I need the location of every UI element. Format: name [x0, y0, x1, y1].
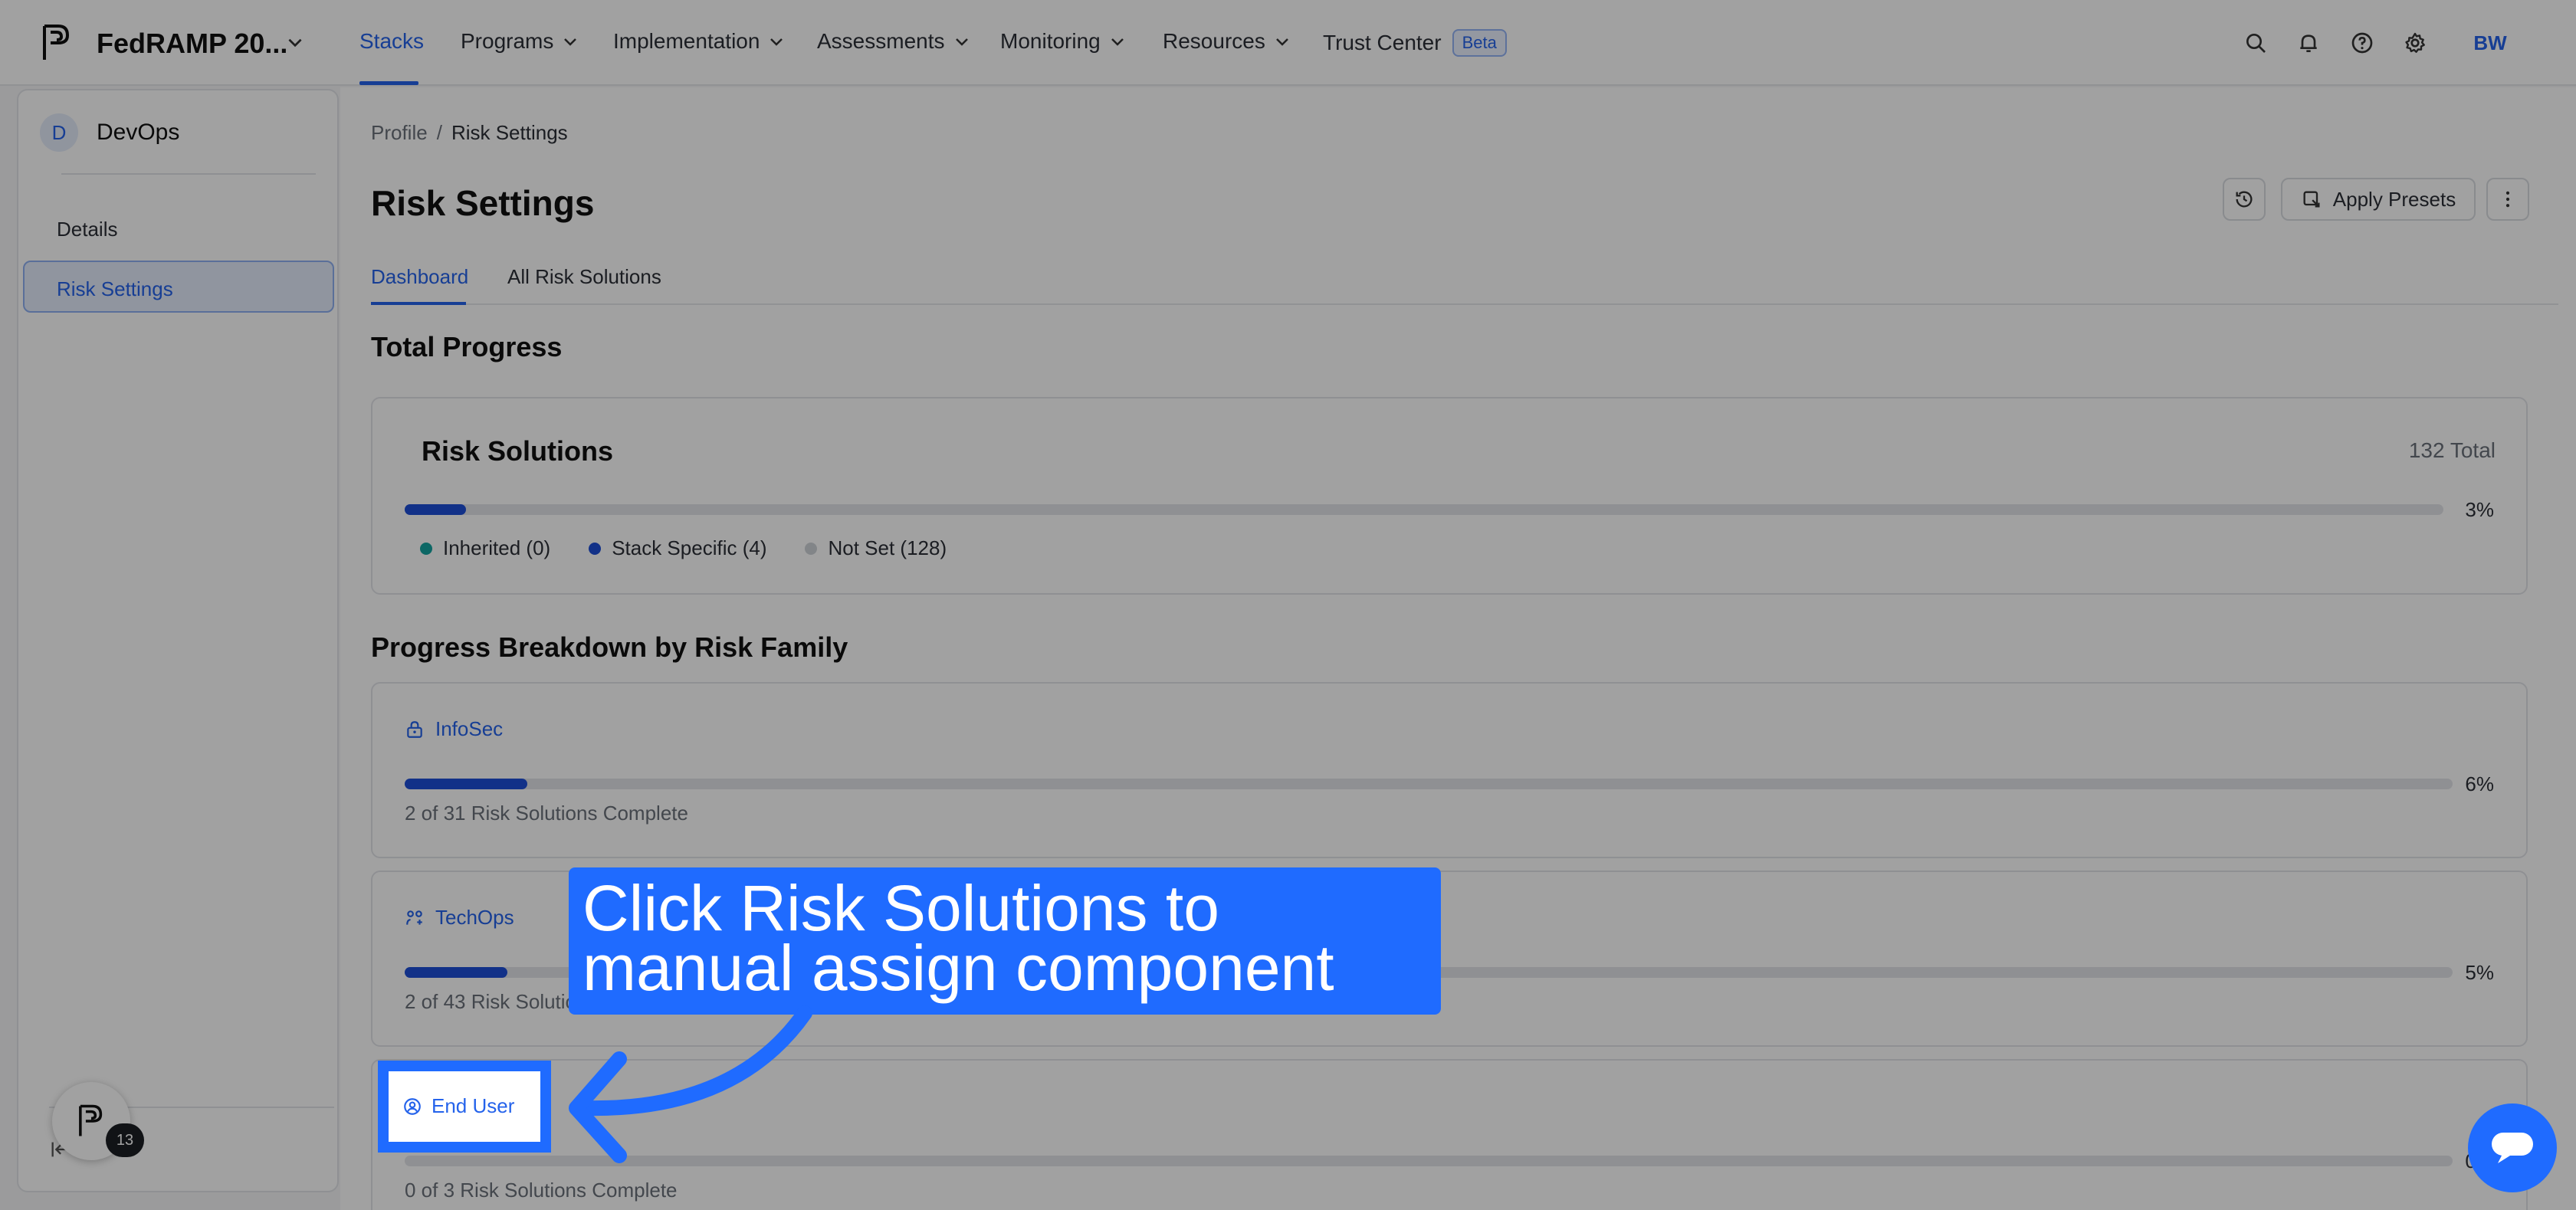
user-circle-icon — [404, 1097, 421, 1115]
risk-family-title[interactable]: End User — [402, 1094, 514, 1118]
tutorial-callout: Click Risk Solutions to manual assign co… — [569, 867, 1441, 1015]
tutorial-dim-overlay — [0, 0, 2576, 1210]
highlighted-end-user-link[interactable]: End User — [378, 1061, 551, 1153]
risk-family-name: End User — [432, 1094, 515, 1117]
chat-support-button[interactable] — [2468, 1103, 2557, 1192]
chat-bubble-icon — [2492, 1133, 2533, 1163]
